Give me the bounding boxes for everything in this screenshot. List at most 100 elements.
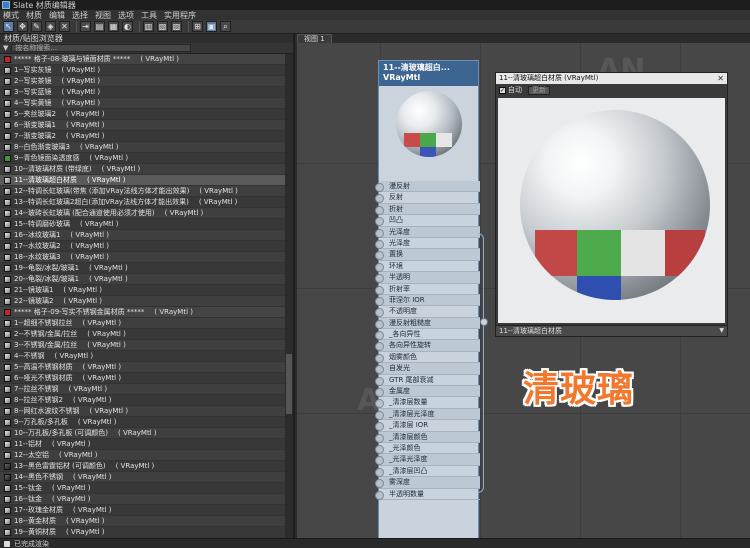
material-list-item[interactable]: 7--拉丝不锈钢 ( VRayMtl ) <box>0 384 287 395</box>
material-list-item[interactable]: 21--镜玻璃1 ( VRayMtl ) <box>0 285 287 296</box>
material-list-item[interactable]: 19--黄铜材质 ( VRayMtl ) <box>0 527 287 538</box>
material-list-item[interactable]: 10--清玻璃材质 (带绿底) ( VRayMtl ) <box>0 164 287 175</box>
select-tool-icon[interactable]: ↖ <box>3 21 14 32</box>
node-input-slot[interactable]: 光泽度 <box>375 226 480 238</box>
node-input-slot[interactable]: GTR 尾部衰减 <box>375 375 480 387</box>
material-list-item[interactable]: 11--铝材 ( VRayMtl ) <box>0 439 287 450</box>
move-children-icon[interactable]: ⇥ <box>80 21 91 32</box>
material-node[interactable]: 11--清玻璃超白... VRayMtl 漫反射 反射 折射 凹凸 光泽度 光泽度 置换 环境… <box>375 60 480 548</box>
pan-tool-icon[interactable]: ✥ <box>17 21 28 32</box>
material-list-item[interactable]: 9--万孔板/多孔板 ( VRayMtl ) <box>0 417 287 428</box>
material-list-item[interactable]: 7--渐变玻璃2 ( VRayMtl ) <box>0 131 287 142</box>
material-list-item[interactable]: 20--龟裂/冰裂/玻璃1 ( VRayMtl ) <box>0 274 287 285</box>
material-list-item[interactable]: 15--特调磨砂玻璃 ( VRayMtl ) <box>0 219 287 230</box>
material-search-input[interactable]: 按名称搜索... <box>11 44 192 52</box>
auto-checkbox[interactable]: ✓ <box>499 86 506 94</box>
node-input-slot[interactable]: 漫反射 <box>375 181 480 193</box>
material-list-item[interactable]: 6--哑光不锈钢材质 ( VRayMtl ) <box>0 373 287 384</box>
node-input-slot[interactable]: 折射率 <box>375 284 480 295</box>
node-input-slot[interactable]: 光泽度 <box>375 238 480 250</box>
menu-edit[interactable]: 编辑 <box>49 10 65 21</box>
node-input-slot[interactable]: 金属度 <box>375 386 480 398</box>
menu-material[interactable]: 材质 <box>26 10 42 21</box>
node-input-slot[interactable]: 反射 <box>375 192 480 204</box>
material-list-item[interactable]: 11--清玻璃超白材质 ( VRayMtl ) <box>0 175 287 186</box>
node-input-slot[interactable]: _各向异性 <box>375 329 480 341</box>
node-input-slot[interactable]: _清漆层颜色 <box>375 431 480 443</box>
material-list-item[interactable]: 8--白色渐变玻璃3 ( VRayMtl ) <box>0 142 287 153</box>
material-list-item[interactable]: 8--网红水波纹不锈钢 ( VRayMtl ) <box>0 406 287 417</box>
node-input-slot[interactable]: _清漆层 IOR <box>375 420 480 432</box>
node-input-slot[interactable]: _光泽颜色 <box>375 443 480 455</box>
node-output-socket[interactable] <box>480 318 488 326</box>
material-list-item[interactable]: 4--写实黄镜 ( VRayMtl ) <box>0 98 287 109</box>
node-input-slot[interactable]: _清漆层凹凸 <box>375 466 480 478</box>
navigator-icon[interactable]: ⊞ <box>192 21 203 32</box>
delete-icon[interactable]: ✕ <box>59 21 70 32</box>
node-input-slot[interactable]: 折射 <box>375 203 480 216</box>
material-list-item[interactable]: 12--特调长虹玻璃(带焦 (添加VRay法线方体才能出效果) ( VRayMtl… <box>0 186 287 197</box>
material-preview-window[interactable]: 11--清玻璃超白材质 (VRayMtl) ✕ ✓ 自动 更新 11--清玻璃超… <box>495 72 728 337</box>
node-preview-thumbnail[interactable] <box>379 86 478 181</box>
material-list-item[interactable]: 19--龟裂/冰裂/玻璃1 ( VRayMtl ) <box>0 263 287 274</box>
material-list-item[interactable]: 2--不锈钢/金属/拉丝 ( VRayMtl ) <box>0 329 287 340</box>
node-input-slot[interactable]: 菲涅尔 IOR <box>375 294 480 307</box>
material-list-item[interactable]: 22--镜玻璃2 ( VRayMtl ) <box>0 296 287 307</box>
layout-all-icon[interactable]: ▧ <box>157 21 168 32</box>
chevron-down-icon[interactable]: ▼ <box>719 326 724 336</box>
parameter-editor-icon[interactable]: ▣ <box>206 21 217 32</box>
layout-children-icon[interactable]: ▨ <box>171 21 182 32</box>
material-list-item[interactable]: ***** 格子-08-玻璃与镜面材质 ***** ( VRayMtl ) <box>0 54 287 65</box>
material-list-item[interactable]: 18--水纹玻璃3 ( VRayMtl ) <box>0 252 287 263</box>
material-list-item[interactable]: 17--玫瑰金材质 ( VRayMtl ) <box>0 505 287 516</box>
material-list-item[interactable]: 18--黄金材质 ( VRayMtl ) <box>0 516 287 527</box>
preview-material-dropdown[interactable]: 11--清玻璃超白材质 ▼ <box>496 325 727 336</box>
eyedropper-icon[interactable]: ✎ <box>31 21 42 32</box>
node-input-slot[interactable]: 烟雾颜色 <box>375 352 480 364</box>
node-input-slot[interactable]: _清漆层光泽度 <box>375 408 480 421</box>
node-input-slot[interactable]: 凹凸 <box>375 215 480 227</box>
menu-mode[interactable]: 模式 <box>3 10 19 21</box>
material-list-item[interactable]: 6--渐变玻璃1 ( VRayMtl ) <box>0 120 287 131</box>
material-list-item[interactable]: 17--水纹玻璃2 ( VRayMtl ) <box>0 241 287 252</box>
material-list-item[interactable]: 13--黑色雷霆铝材 (可调颜色) ( VRayMtl ) <box>0 461 287 472</box>
menu-tools[interactable]: 工具 <box>141 10 157 21</box>
menu-select[interactable]: 选择 <box>72 10 88 21</box>
layout-icon[interactable]: ▥ <box>143 21 154 32</box>
menu-view[interactable]: 视图 <box>95 10 111 21</box>
material-list-item[interactable]: 4--不锈钢 ( VRayMtl ) <box>0 351 287 362</box>
material-list-item[interactable]: 16--钛金 ( VRayMtl ) <box>0 494 287 505</box>
tab-view-1[interactable]: 视图 1 <box>297 34 332 43</box>
node-input-slot[interactable]: 不透明度 <box>375 306 480 318</box>
node-header[interactable]: 11--清玻璃超白... VRayMtl <box>379 61 478 86</box>
material-list-item[interactable]: 3--写实蓝镜 ( VRayMtl ) <box>0 87 287 98</box>
node-input-slot[interactable]: 半透明 <box>375 272 480 284</box>
material-list-item[interactable]: 5--夹丝玻璃2 ( VRayMtl ) <box>0 109 287 120</box>
material-list-item[interactable]: 3--不锈钢/金属/拉丝 ( VRayMtl ) <box>0 340 287 351</box>
update-button[interactable]: 更新 <box>528 85 550 95</box>
material-list-item[interactable]: 5--高温不锈钢材质 ( VRayMtl ) <box>0 362 287 373</box>
material-list-item[interactable]: 2--写实茶镜 ( VRayMtl ) <box>0 76 287 87</box>
material-list-item[interactable]: 10--万孔板/多孔板 (可调颜色) ( VRayMtl ) <box>0 428 287 439</box>
material-list-item[interactable]: 16--冰纹玻璃1 ( VRayMtl ) <box>0 230 287 241</box>
node-input-slot[interactable]: 漫反射粗糙度 <box>375 317 480 330</box>
material-list-item[interactable]: 12--太空铝 ( VRayMtl ) <box>0 450 287 461</box>
material-list-scrollbar[interactable] <box>285 54 293 538</box>
background-icon[interactable]: ▦ <box>108 21 119 32</box>
hide-unused-icon[interactable]: ▤ <box>94 21 105 32</box>
material-list-item[interactable]: ***** 格子-09-写实不锈钢金属材质 ***** ( VRayMtl ) <box>0 307 287 318</box>
close-icon[interactable]: ✕ <box>717 73 724 84</box>
material-list-item[interactable]: 8--拉丝不锈钢2 ( VRayMtl ) <box>0 395 287 406</box>
node-input-slot[interactable]: 环境 <box>375 261 480 273</box>
material-list-item[interactable]: 13--特调长虹玻璃2超白(添加VRay法线方体才能出效果) ( VRayMtl … <box>0 197 287 208</box>
material-list-item[interactable]: 1--超细不锈钢拉丝 ( VRayMtl ) <box>0 318 287 329</box>
search-icon[interactable]: ⌕ <box>220 21 231 32</box>
node-input-slot[interactable]: 半透明数量 <box>375 489 480 500</box>
node-input-slot[interactable]: 雾深度 <box>375 477 480 489</box>
material-list-item[interactable]: 14--黑色不锈钢 ( VRayMtl ) <box>0 472 287 483</box>
show-map-icon[interactable]: ◐ <box>122 21 133 32</box>
material-list-item[interactable]: 14--玻砖长虹玻璃 (配合通道使用必须才使用) ( VRayMtl ) <box>0 208 287 219</box>
node-input-slot[interactable]: _清漆层数量 <box>375 397 480 409</box>
assign-material-icon[interactable]: ◈ <box>45 21 56 32</box>
node-input-slot[interactable]: 自发光 <box>375 363 480 375</box>
